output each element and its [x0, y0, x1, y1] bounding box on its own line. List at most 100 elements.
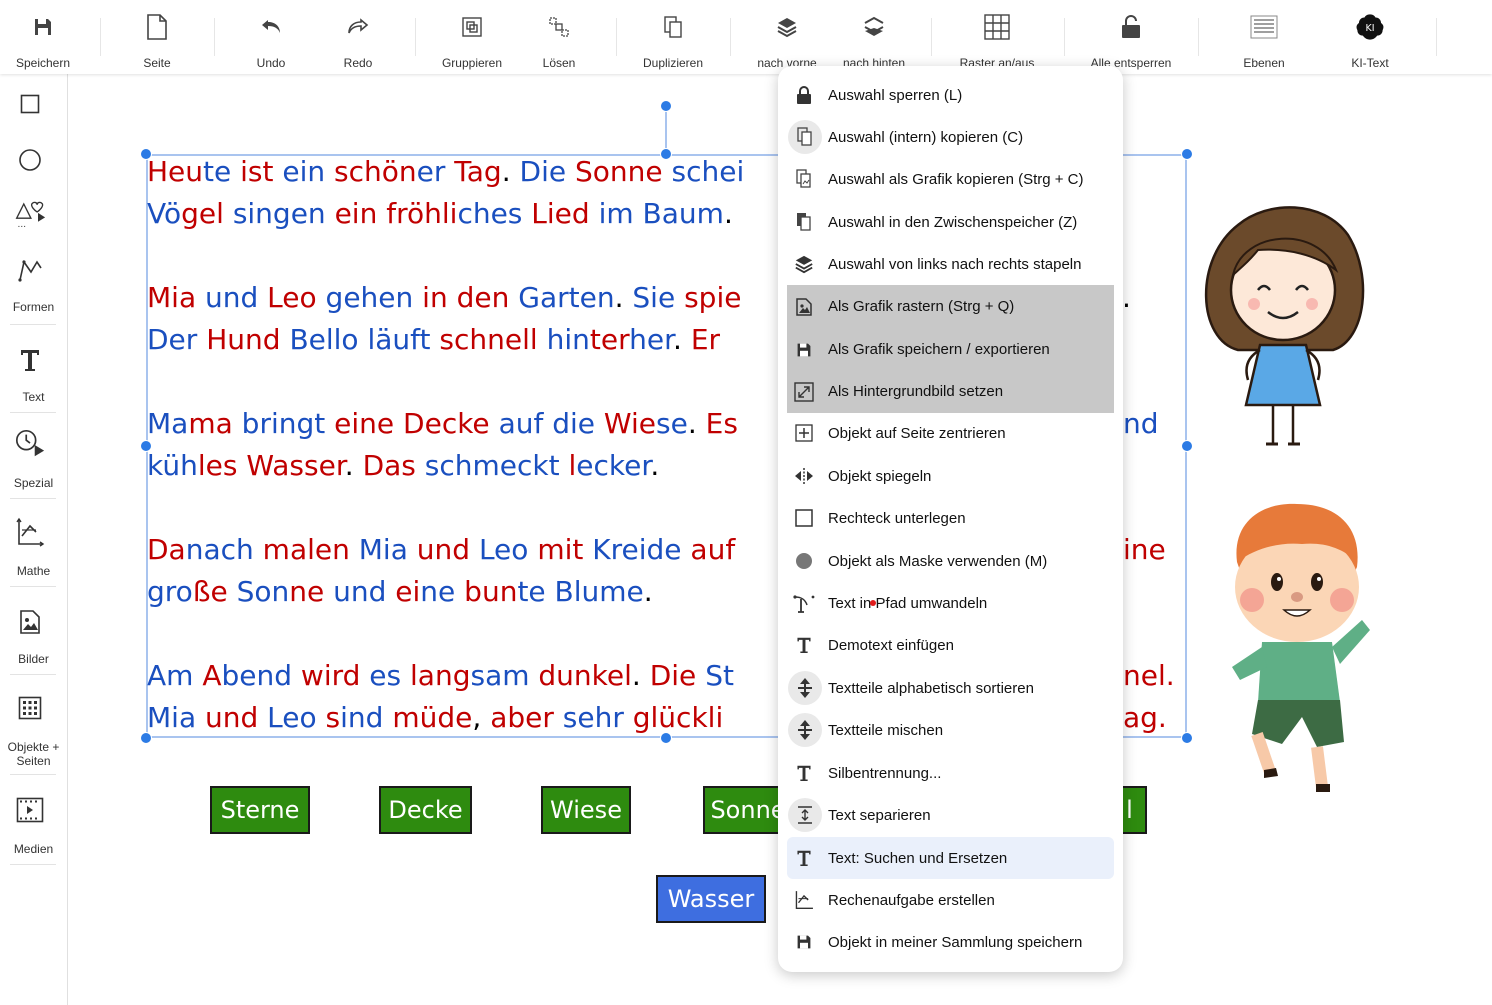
text-segment: lang [410, 659, 471, 692]
text-segment: in [422, 281, 457, 314]
menu-item-rechteck-unterlegen[interactable]: Rechteck unterlegen [787, 497, 1114, 539]
text-segment: aber [490, 701, 563, 734]
grid-dots-icon [14, 692, 46, 724]
text-segment: Sonne [574, 155, 672, 188]
shuffle-icon [788, 713, 822, 747]
menu-item-auswahl-als-grafik-kopieren-strg-c[interactable]: Auswahl als Grafik kopieren (Strg + C) [787, 158, 1114, 200]
menu-item-demotext-einfugen[interactable]: Demotext einfügen [787, 624, 1114, 666]
menu-item-label: Text: Suchen und Ersetzen [828, 849, 1008, 867]
undo-button[interactable]: Undo [236, 0, 306, 74]
menu-item-textteile-alphabetisch-sortieren[interactable]: Textteile alphabetisch sortieren [787, 667, 1114, 709]
text-segment: ein [334, 197, 387, 230]
clock-icon [14, 428, 46, 460]
shapes-more-tool[interactable]: ... [0, 196, 67, 236]
menu-item-label: Objekt auf Seite zentrieren [828, 424, 1006, 442]
svg-text:KI: KI [1365, 23, 1374, 34]
menu-item-label: Auswahl in den Zwischenspeicher (Z) [828, 213, 1078, 231]
text-line: Der Hund Bello läuft schnell hinterher. … [147, 324, 720, 356]
sidebar-item-formen[interactable]: Formen [0, 254, 67, 318]
text-segment: läuft [367, 323, 440, 356]
girl-illustration[interactable] [1198, 200, 1368, 452]
menu-item-text-in-pfad-umwandeln[interactable]: Text in Pfad umwandeln [787, 582, 1114, 624]
text-segment: gel [181, 197, 233, 230]
menu-item-als-hintergrundbild-setzen[interactable]: Als Hintergrundbild setzen [787, 370, 1114, 413]
text-segment: bringt [241, 407, 335, 440]
word-card-wiese[interactable]: Wiese [541, 786, 631, 834]
sidebar-item-mathe[interactable]: Mathe [0, 516, 67, 580]
polyline-icon [14, 254, 46, 286]
ungroup-button[interactable]: Lösen [524, 0, 594, 74]
menu-item-objekt-spiegeln[interactable]: Objekt spiegeln [787, 455, 1114, 497]
text-segment: und [205, 701, 268, 734]
text-segment: Tag [454, 155, 502, 188]
text-t-icon [793, 634, 815, 656]
menu-item-objekt-in-meiner-sammlung-speichern[interactable]: Objekt in meiner Sammlung speichern [787, 921, 1114, 963]
sidebar-item-text[interactable]: Text [0, 344, 67, 408]
menu-item-objekt-als-maske-verwenden-m[interactable]: Objekt als Maske verwenden (M) [787, 540, 1114, 582]
menu-item-als-grafik-speichern-exportieren[interactable]: Als Grafik speichern / exportieren [787, 328, 1114, 371]
text-segment: gro [147, 575, 193, 608]
save-button[interactable]: Speichern [8, 0, 78, 74]
duplicate-icon [658, 12, 688, 42]
lock-icon [793, 84, 815, 106]
text-segment: s [325, 701, 341, 734]
group-button[interactable]: Gruppieren [437, 0, 507, 74]
sidebar-item-medien[interactable]: Medien [0, 794, 67, 858]
background-icon [793, 381, 815, 403]
text-segment: singen [232, 197, 335, 230]
save-icon [793, 339, 815, 361]
text-segment: . [344, 449, 363, 482]
menu-item-rechenaufgabe-erstellen[interactable]: Rechenaufgabe erstellen [787, 879, 1114, 921]
rotation-handle[interactable] [660, 100, 672, 112]
text-line: Mia und Leo gehen in den Garten. Sie spi… [147, 282, 741, 314]
text-tail: ag. [1123, 701, 1167, 734]
resize-handle-top-right[interactable] [1181, 148, 1193, 160]
menu-item-objekt-auf-seite-zentrieren[interactable]: Objekt auf Seite zentrieren [787, 412, 1114, 454]
menu-item-auswahl-sperren-l[interactable]: Auswahl sperren (L) [787, 74, 1114, 116]
image-icon [14, 606, 46, 638]
resize-handle-bottom-right[interactable] [1181, 732, 1193, 744]
bring-forward-button[interactable]: nach vorne [752, 0, 822, 74]
resize-handle-right[interactable] [1181, 440, 1193, 452]
text-segment: St [705, 659, 734, 692]
send-backward-button[interactable]: nach hinten [839, 0, 909, 74]
menu-item-text-separieren[interactable]: Text separieren [787, 794, 1114, 836]
unlock-all-button[interactable]: Alle entsperren [1086, 0, 1176, 74]
group-icon [457, 12, 487, 42]
menu-item-label: Auswahl sperren (L) [828, 86, 963, 104]
sidebar-item-spezial[interactable]: Spezial [0, 428, 67, 492]
redo-button[interactable]: Redo [323, 0, 393, 74]
layers-button[interactable]: Ebenen [1229, 0, 1299, 74]
menu-item-label: Auswahl (intern) kopieren (C) [828, 128, 1024, 146]
word-card-wasser[interactable]: Wasser [656, 875, 766, 923]
text-segment: . [687, 407, 706, 440]
sidebar-item-objekte-seiten[interactable]: Objekte + Seiten [0, 692, 67, 768]
text-line: Vögel singen ein fröhliches Lied im Baum… [147, 198, 733, 230]
ai-text-button[interactable]: KI KI-Text [1335, 0, 1405, 74]
text-segment: gehen [325, 281, 423, 314]
menu-item-silbentrennung[interactable]: Silbentrennung... [787, 752, 1114, 794]
text-segment: ist [240, 155, 283, 188]
menu-item-auswahl-von-links-nach-rechts-stapeln[interactable]: Auswahl von links nach rechts stapeln [787, 243, 1114, 285]
text-segment: müde [392, 701, 473, 734]
text-segment: es [369, 659, 411, 692]
ai-brain-icon: KI [1355, 12, 1385, 42]
sidebar-item-bilder[interactable]: Bilder [0, 606, 67, 670]
menu-item-auswahl-in-den-zwischenspeicher-z[interactable]: Auswahl in den Zwischenspeicher (Z) [787, 201, 1114, 243]
menu-item-label: Rechenaufgabe erstellen [828, 891, 995, 909]
rectangle-tool[interactable] [0, 88, 67, 124]
text-segment: Mia [147, 281, 205, 314]
word-card-decke[interactable]: Decke [379, 786, 472, 834]
rectangle-icon [14, 88, 46, 120]
menu-item-auswahl-intern-kopieren-c[interactable]: Auswahl (intern) kopieren (C) [787, 116, 1114, 158]
word-card-sterne[interactable]: Sterne [210, 786, 310, 834]
menu-item-textteile-mischen[interactable]: Textteile mischen [787, 709, 1114, 751]
page-button[interactable]: Seite [122, 0, 192, 74]
circle-tool[interactable] [0, 144, 67, 180]
grid-toggle-button[interactable]: Raster an/aus [953, 0, 1041, 74]
menu-item-als-grafik-rastern-strg-q[interactable]: Als Grafik rastern (Strg + Q) [787, 285, 1114, 328]
menu-item-text-suchen-und-ersetzen[interactable]: Text: Suchen und Ersetzen [787, 837, 1114, 879]
duplicate-button[interactable]: Duplizieren [638, 0, 708, 74]
text-segment: . [631, 659, 650, 692]
boy-illustration[interactable] [1222, 502, 1377, 797]
